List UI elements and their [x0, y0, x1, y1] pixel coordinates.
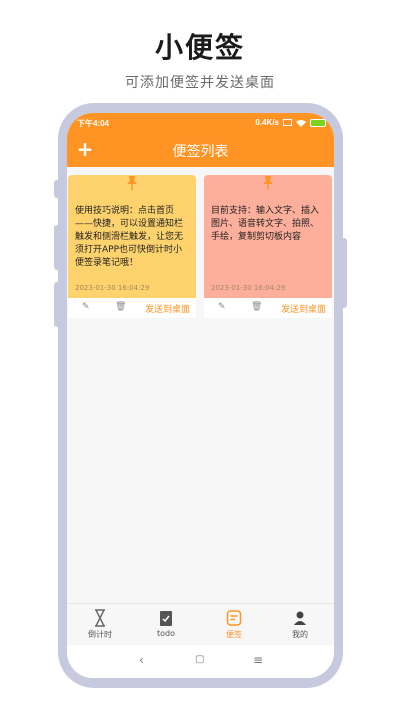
nav-item-todo[interactable]: todo	[133, 609, 199, 638]
phone-side-button	[341, 238, 347, 308]
phone-side-button	[54, 282, 60, 327]
nav-item-notes[interactable]: 便签	[201, 609, 267, 640]
note-actions: ✎ 🗑 发送到桌面	[68, 298, 196, 318]
wifi-icon	[296, 119, 306, 127]
note-date: 2023-01-30 16:04:29	[75, 284, 150, 292]
phone-side-button	[54, 180, 60, 198]
note-card[interactable]: 使用技巧说明：点击首页——快捷，可以设置通知栏触发和侧滑栏触发，让您无须打开AP…	[68, 175, 196, 318]
nav-item-countdown[interactable]: 倒计时	[67, 609, 133, 640]
note-text: 目前支持：输入文字、插入图片、语音转文字、拍照、手绘，复制剪切板内容	[211, 206, 320, 242]
note-text: 使用技巧说明：点击首页——快捷，可以设置通知栏触发和侧滑栏触发，让您无须打开AP…	[75, 206, 184, 268]
sim-icon	[283, 119, 292, 126]
status-time: 下午4:04	[77, 119, 110, 128]
trash-icon[interactable]: 🗑	[251, 302, 262, 312]
promo-title: 小便签	[154, 31, 245, 64]
edit-icon[interactable]: ✎	[82, 302, 90, 312]
note-date: 2023-01-30 16:04:29	[211, 284, 286, 292]
nav-label: 我的	[292, 630, 308, 639]
home-icon[interactable]: ▢	[195, 654, 204, 665]
nav-label: 便签	[226, 630, 242, 639]
person-icon	[294, 611, 306, 625]
send-to-desktop-button[interactable]: 发送到桌面	[281, 302, 326, 315]
back-icon[interactable]: ‹	[139, 653, 144, 667]
net-speed: 0.4K/s	[255, 118, 279, 127]
pin-icon[interactable]	[204, 175, 332, 195]
app-bar: + 便签列表	[67, 133, 334, 167]
pin-icon[interactable]	[68, 175, 196, 195]
note-actions: ✎ 🗑 发送到桌面	[204, 298, 332, 318]
clipboard-check-icon	[160, 611, 172, 626]
note-card[interactable]: 目前支持：输入文字、插入图片、语音转文字、拍照、手绘，复制剪切板内容 2023-…	[204, 175, 332, 318]
system-nav-bar: ‹ ▢ ≡	[67, 645, 334, 678]
menu-icon[interactable]: ≡	[253, 653, 263, 667]
page-title: 便签列表	[172, 144, 229, 160]
nav-label: 倒计时	[88, 630, 112, 639]
promo-subtitle: 可添加便签并发送桌面	[125, 75, 275, 91]
edit-icon[interactable]: ✎	[218, 302, 226, 312]
note-card-body[interactable]: 使用技巧说明：点击首页——快捷，可以设置通知栏触发和侧滑栏触发，让您无须打开AP…	[68, 175, 196, 298]
note-icon	[226, 610, 242, 626]
hourglass-icon	[95, 609, 105, 627]
phone-screen: 下午4:04 0.4K/s + 便签列表 使用技巧说明：点击首页——快捷，可以设…	[67, 113, 334, 678]
phone-side-button	[54, 225, 60, 270]
send-to-desktop-button[interactable]: 发送到桌面	[145, 302, 190, 315]
note-card-body[interactable]: 目前支持：输入文字、插入图片、语音转文字、拍照、手绘，复制剪切板内容 2023-…	[204, 175, 332, 298]
nav-label: todo	[156, 629, 175, 638]
battery-icon	[310, 118, 326, 127]
nav-item-mine[interactable]: 我的	[267, 609, 333, 640]
status-bar: 下午4:04 0.4K/s	[67, 113, 334, 133]
bottom-nav: 倒计时 todo 便签 我的	[67, 603, 334, 645]
trash-icon[interactable]: 🗑	[115, 302, 126, 312]
